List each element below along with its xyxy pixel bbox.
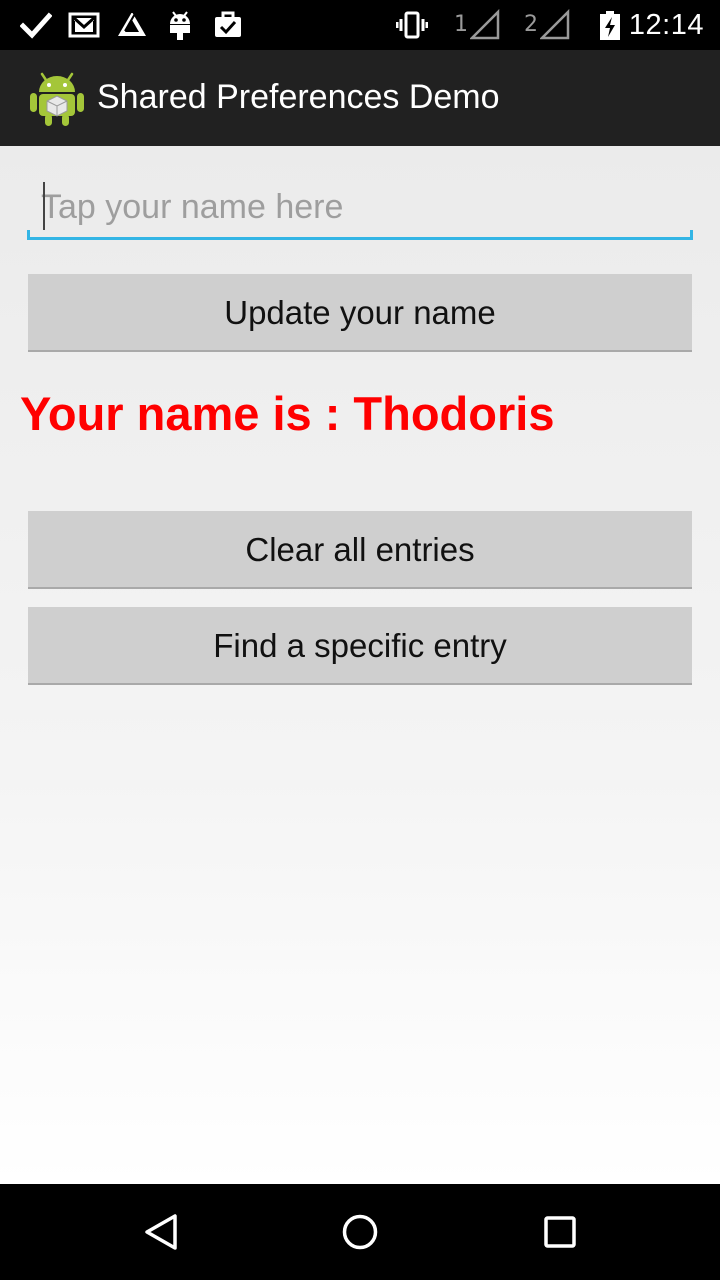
- sim1-label: 1: [454, 12, 468, 37]
- main-content: Update your name Your name is : Thodoris…: [0, 146, 720, 1184]
- android-app-icon: [30, 69, 84, 127]
- recent-apps-button[interactable]: [536, 1208, 584, 1256]
- name-field[interactable]: [27, 174, 693, 240]
- status-bar: 1 2 12:14: [0, 0, 720, 50]
- check-icon: [20, 9, 52, 41]
- signal-sim1-icon: [470, 9, 502, 41]
- navigation-bar: [0, 1184, 720, 1280]
- back-icon: [136, 1208, 184, 1256]
- signal-sim2-icon: [540, 9, 572, 41]
- android-debug-icon: [164, 9, 196, 41]
- name-display-text: Your name is : Thodoris: [20, 387, 555, 440]
- name-field-underline: [27, 237, 693, 240]
- name-field-underline-right-tick: [690, 230, 693, 240]
- update-name-button[interactable]: Update your name: [28, 274, 692, 352]
- home-icon: [336, 1208, 384, 1256]
- action-bar: Shared Preferences Demo: [0, 50, 720, 146]
- app-title: Shared Preferences Demo: [97, 78, 500, 116]
- drive-icon: [116, 9, 148, 41]
- name-field-underline-left-tick: [27, 230, 30, 240]
- back-button[interactable]: [136, 1208, 184, 1256]
- recent-apps-icon: [536, 1208, 584, 1256]
- vibrate-icon: [396, 9, 428, 41]
- home-button[interactable]: [336, 1208, 384, 1256]
- battery-charging-icon: [594, 9, 626, 41]
- name-input[interactable]: [41, 182, 681, 232]
- sim2-label: 2: [524, 12, 538, 37]
- find-entry-button[interactable]: Find a specific entry: [28, 607, 692, 685]
- clear-entries-button[interactable]: Clear all entries: [28, 511, 692, 589]
- clipboard-icon: [212, 9, 244, 41]
- status-clock: 12:14: [628, 9, 704, 41]
- gmail-icon: [68, 9, 100, 41]
- text-cursor: [43, 182, 45, 230]
